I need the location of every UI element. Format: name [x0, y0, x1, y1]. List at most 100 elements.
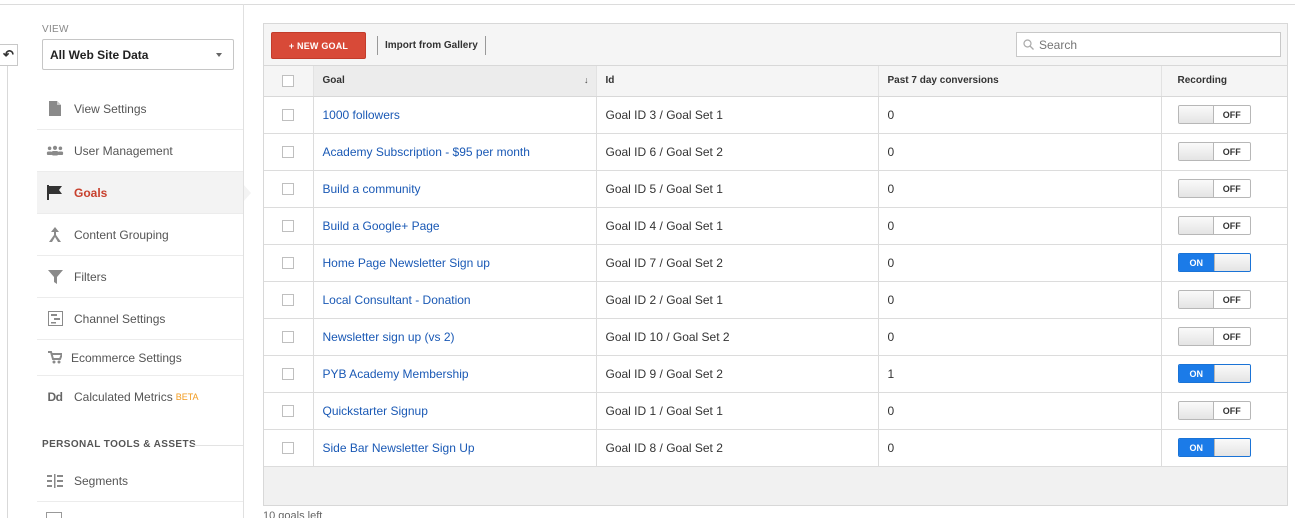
- row-checkbox[interactable]: [282, 220, 295, 233]
- recording-toggle[interactable]: OFF: [1177, 216, 1251, 235]
- channel-icon: [46, 311, 64, 327]
- recording-toggle[interactable]: OFF: [1177, 327, 1251, 346]
- recording-toggle[interactable]: ON: [1177, 364, 1251, 383]
- sidebar-item-user-management[interactable]: User Management: [37, 130, 243, 172]
- sidebar-item-view-settings[interactable]: View Settings: [37, 88, 243, 130]
- cart-icon: [46, 350, 64, 366]
- back-arrow-button[interactable]: ↶: [0, 44, 18, 66]
- dd-icon: Dd: [47, 390, 64, 404]
- toggle-state-label: OFF: [1214, 106, 1250, 123]
- row-checkbox[interactable]: [282, 146, 295, 159]
- sidebar-item-label: Content Grouping: [74, 227, 169, 242]
- sidebar-item-segments[interactable]: Segments: [37, 460, 243, 502]
- goal-name-cell: Academy Subscription - $95 per month: [313, 133, 597, 171]
- new-goal-button[interactable]: + NEW GOAL: [271, 32, 366, 59]
- goal-link[interactable]: 1000 followers: [323, 108, 400, 122]
- goal-name-cell: Local Consultant - Donation: [313, 281, 597, 319]
- row-checkbox-cell: [264, 318, 314, 356]
- select-all-header: [264, 66, 314, 97]
- goal-id-cell: Goal ID 7 / Goal Set 2: [596, 244, 879, 282]
- recording-cell: ON: [1161, 429, 1287, 467]
- view-label: VIEW: [42, 24, 69, 35]
- row-checkbox[interactable]: [282, 405, 295, 418]
- sidebar-item-content-grouping[interactable]: Content Grouping: [37, 214, 243, 256]
- table-row: Side Bar Newsletter Sign Up Goal ID 8 / G…: [264, 429, 1287, 467]
- recording-toggle[interactable]: OFF: [1177, 142, 1251, 161]
- goals-table: Goal ↓ Id Past 7 day conversions Recordin…: [264, 66, 1287, 467]
- row-checkbox-cell: [264, 429, 314, 467]
- conversions-cell: 0: [878, 244, 1162, 282]
- goal-link[interactable]: Quickstarter Signup: [323, 404, 428, 418]
- sidebar-item-calculated-metrics[interactable]: Dd Calculated Metrics BETA: [37, 376, 243, 418]
- select-all-checkbox[interactable]: [282, 74, 295, 87]
- recording-toggle[interactable]: OFF: [1177, 290, 1251, 309]
- partial-icon: [46, 512, 62, 518]
- row-checkbox[interactable]: [282, 257, 295, 270]
- table-row: 1000 followers Goal ID 3 / Goal Set 1 0 OFF: [264, 96, 1287, 134]
- row-checkbox[interactable]: [282, 331, 295, 344]
- goal-link[interactable]: Home Page Newsletter Sign up: [323, 256, 490, 270]
- recording-cell: OFF: [1161, 207, 1287, 245]
- column-header-id[interactable]: Id: [596, 66, 879, 97]
- goal-link[interactable]: Side Bar Newsletter Sign Up: [323, 441, 475, 455]
- goal-link[interactable]: Build a Google+ Page: [323, 219, 440, 233]
- sidebar-item-goals[interactable]: Goals: [37, 172, 251, 214]
- search-input[interactable]: [1039, 37, 1269, 52]
- goal-link[interactable]: Local Consultant - Donation: [323, 293, 471, 307]
- row-checkbox[interactable]: [282, 294, 295, 307]
- column-header-conversions[interactable]: Past 7 day conversions: [878, 66, 1162, 97]
- goals-left-count: 10 goals left: [263, 510, 323, 518]
- sidebar-item-filters[interactable]: Filters: [37, 256, 243, 298]
- goal-link[interactable]: PYB Academy Membership: [323, 367, 469, 381]
- conversions-cell: 0: [878, 170, 1162, 208]
- sidebar-item-channel-settings[interactable]: Channel Settings: [37, 298, 243, 340]
- import-from-gallery-button[interactable]: Import from Gallery: [377, 36, 486, 55]
- goal-name-cell: Build a Google+ Page: [313, 207, 597, 245]
- section-title: PERSONAL TOOLS & ASSETS: [42, 439, 197, 450]
- column-header-recording[interactable]: Recording: [1161, 66, 1287, 97]
- toggle-knob: [1178, 328, 1214, 345]
- row-checkbox[interactable]: [282, 442, 295, 455]
- goal-link[interactable]: Newsletter sign up (vs 2): [323, 330, 455, 344]
- goal-id-cell: Goal ID 10 / Goal Set 2: [596, 318, 879, 356]
- goal-name-cell: Home Page Newsletter Sign up: [313, 244, 597, 282]
- recording-cell: ON: [1161, 355, 1287, 393]
- goal-name-cell: 1000 followers: [313, 96, 597, 134]
- recording-toggle[interactable]: OFF: [1177, 105, 1251, 124]
- view-selector[interactable]: All Web Site Data: [42, 39, 234, 70]
- recording-toggle[interactable]: OFF: [1177, 401, 1251, 420]
- sidebar-item-label: Ecommerce Settings: [71, 350, 182, 365]
- row-checkbox[interactable]: [282, 109, 295, 122]
- row-checkbox-cell: [264, 133, 314, 171]
- sidebar-item-label: User Management: [74, 143, 173, 158]
- filter-icon: [46, 269, 64, 285]
- sidebar-item-label: Channel Settings: [74, 311, 166, 326]
- sidebar-item-ecommerce-settings[interactable]: Ecommerce Settings: [37, 340, 243, 376]
- row-checkbox-cell: [264, 96, 314, 134]
- table-header-row: Goal ↓ Id Past 7 day conversions Recordin…: [264, 66, 1287, 97]
- recording-cell: OFF: [1161, 392, 1287, 430]
- goal-id-cell: Goal ID 5 / Goal Set 1: [596, 170, 879, 208]
- goal-link[interactable]: Academy Subscription - $95 per month: [323, 145, 530, 159]
- goal-id-cell: Goal ID 9 / Goal Set 2: [596, 355, 879, 393]
- table-footer-area: [264, 467, 1287, 505]
- segments-icon: [46, 473, 64, 489]
- row-checkbox[interactable]: [282, 183, 295, 196]
- search-box[interactable]: [1016, 32, 1281, 57]
- goal-name-cell: Newsletter sign up (vs 2): [313, 318, 597, 356]
- row-checkbox[interactable]: [282, 368, 295, 381]
- goal-link[interactable]: Build a community: [323, 182, 421, 196]
- recording-toggle[interactable]: OFF: [1177, 179, 1251, 198]
- table-row: Newsletter sign up (vs 2) Goal ID 10 / Go…: [264, 318, 1287, 356]
- view-selected-value: All Web Site Data: [50, 47, 149, 62]
- sidebar-item-label: View Settings: [74, 101, 147, 116]
- recording-toggle[interactable]: ON: [1177, 253, 1251, 272]
- goal-id-cell: Goal ID 1 / Goal Set 1: [596, 392, 879, 430]
- column-header-goal[interactable]: Goal ↓: [313, 66, 597, 97]
- recording-toggle[interactable]: ON: [1177, 438, 1251, 457]
- gutter-line: [7, 66, 8, 518]
- section-divider: [192, 445, 243, 446]
- conversions-cell: 0: [878, 133, 1162, 171]
- back-arrow-icon: ↶: [3, 47, 14, 62]
- toggle-knob: [1214, 439, 1250, 456]
